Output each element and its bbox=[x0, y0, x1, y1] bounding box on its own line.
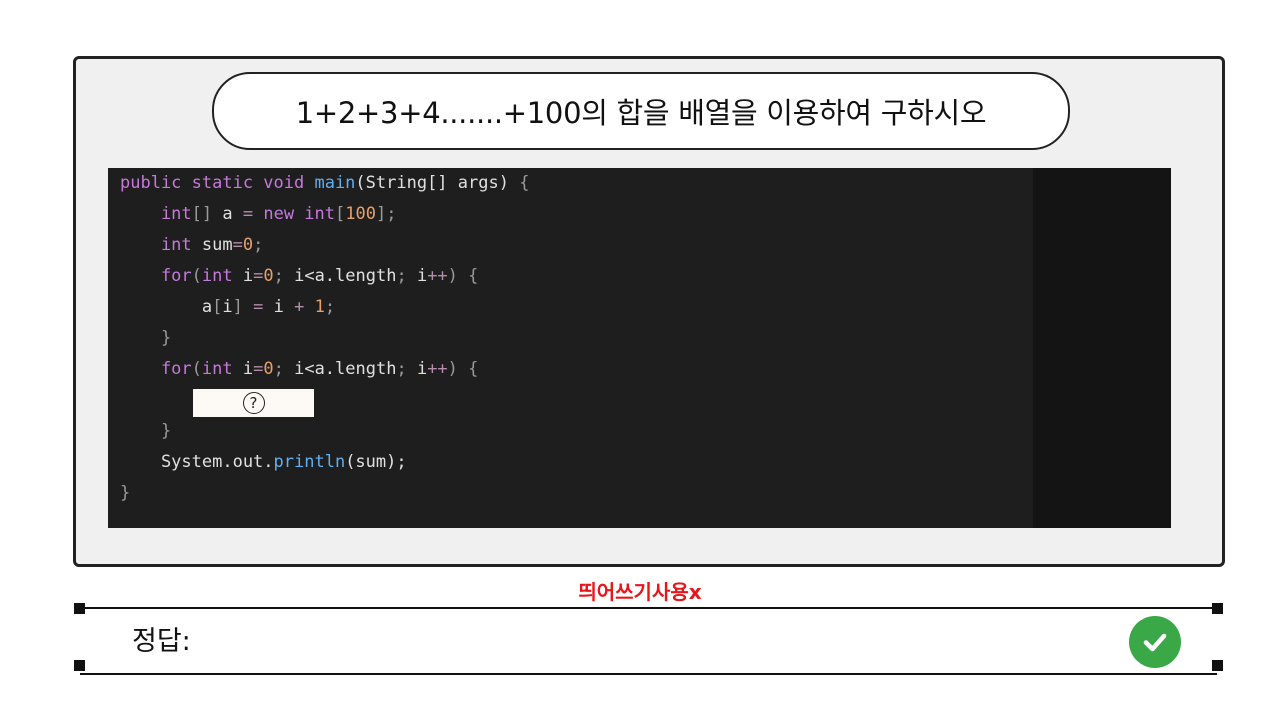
code-token: int bbox=[201, 359, 243, 379]
code-token: for bbox=[120, 266, 192, 286]
code-token: ; bbox=[253, 235, 264, 255]
code-token: 0 bbox=[263, 266, 274, 286]
code-token: + bbox=[294, 297, 315, 317]
code-token: i bbox=[242, 266, 254, 286]
code-token: new int bbox=[263, 204, 335, 224]
instruction-note: 띄어쓰기사용x bbox=[578, 580, 702, 604]
code-line: for(int i=0; i<a.length; i++) { bbox=[120, 261, 478, 291]
resize-handle-top-left[interactable] bbox=[74, 603, 85, 614]
code-token: (sum); bbox=[345, 452, 407, 472]
code-token: 1 bbox=[314, 297, 325, 317]
code-token: ( bbox=[191, 266, 202, 286]
question-circle-icon: ? bbox=[242, 392, 265, 414]
code-token: i bbox=[416, 359, 428, 379]
resize-handle-bottom-left[interactable] bbox=[74, 660, 85, 671]
code-line: } bbox=[120, 416, 171, 446]
code-token: [ bbox=[335, 204, 346, 224]
code-line: a[i] = i + 1; bbox=[120, 292, 335, 322]
answer-input[interactable] bbox=[215, 620, 1099, 666]
code-token: ; bbox=[273, 359, 295, 379]
code-token: int bbox=[201, 266, 243, 286]
code-token: a bbox=[120, 297, 213, 317]
code-token: int bbox=[120, 204, 192, 224]
code-line: for(int i=0; i<a.length; i++) { bbox=[120, 354, 478, 384]
code-line: public static void main(String[] args) { bbox=[120, 168, 529, 198]
code-line: int sum=0; bbox=[120, 230, 263, 260]
code-token: public static void bbox=[120, 173, 315, 193]
code-token: int bbox=[120, 235, 202, 255]
code-token: = bbox=[253, 266, 264, 286]
code-blank-box: ? bbox=[193, 389, 314, 417]
question-title: 1+2+3+4.......+100의 합을 배열을 이용하여 구하시오 bbox=[212, 72, 1070, 150]
code-token: ( bbox=[191, 359, 202, 379]
check-icon bbox=[1143, 633, 1167, 652]
code-token: main bbox=[314, 173, 356, 193]
code-token: i bbox=[242, 359, 254, 379]
code-token: } bbox=[120, 483, 131, 503]
submit-button[interactable] bbox=[1129, 616, 1181, 668]
code-line: } bbox=[120, 323, 171, 353]
code-token: i<a.length bbox=[294, 266, 397, 286]
code-token: = bbox=[242, 204, 264, 224]
code-token: sum bbox=[201, 235, 233, 255]
code-token: ++ bbox=[427, 266, 448, 286]
code-token: for bbox=[120, 359, 192, 379]
code-token: (String[] args) bbox=[355, 173, 520, 193]
code-token: ; bbox=[396, 266, 417, 286]
code-token: 100 bbox=[345, 204, 376, 224]
code-line: } bbox=[120, 478, 130, 508]
code-token: 0 bbox=[263, 359, 274, 379]
code-token: [] bbox=[191, 204, 223, 224]
code-token: { bbox=[519, 173, 530, 193]
code-token: 0 bbox=[242, 235, 254, 255]
code-token: ; bbox=[396, 359, 417, 379]
code-token: ) { bbox=[447, 266, 479, 286]
code-token: ; bbox=[273, 266, 295, 286]
resize-handle-top-right[interactable] bbox=[1212, 603, 1223, 614]
quiz-screen: 1+2+3+4.......+100의 합을 배열을 이용하여 구하시오 pub… bbox=[0, 0, 1280, 720]
resize-handle-bottom-right[interactable] bbox=[1212, 660, 1223, 671]
code-token: ) { bbox=[447, 359, 479, 379]
code-token: = bbox=[232, 235, 243, 255]
code-line: System.out.println(sum); bbox=[120, 447, 407, 477]
code-token: System.out. bbox=[120, 452, 274, 472]
code-token: ; bbox=[324, 297, 336, 317]
code-token: i bbox=[416, 266, 428, 286]
code-token: ++ bbox=[427, 359, 448, 379]
code-token: } bbox=[120, 421, 172, 441]
code-token: println bbox=[273, 452, 346, 472]
code-token: ]; bbox=[375, 204, 397, 224]
code-block: public static void main(String[] args) {… bbox=[108, 168, 1171, 528]
code-token: i bbox=[273, 297, 295, 317]
code-token: = bbox=[253, 297, 274, 317]
code-side-panel bbox=[1033, 168, 1171, 528]
code-line: int[] a = new int[100]; bbox=[120, 199, 397, 229]
answer-label: 정답: bbox=[132, 626, 191, 657]
code-token: [ bbox=[212, 297, 223, 317]
code-token: } bbox=[120, 328, 172, 348]
code-token: i bbox=[222, 297, 233, 317]
code-token: ] bbox=[232, 297, 254, 317]
code-token: = bbox=[253, 359, 264, 379]
code-token: i<a.length bbox=[294, 359, 397, 379]
code-token: a bbox=[222, 204, 243, 224]
